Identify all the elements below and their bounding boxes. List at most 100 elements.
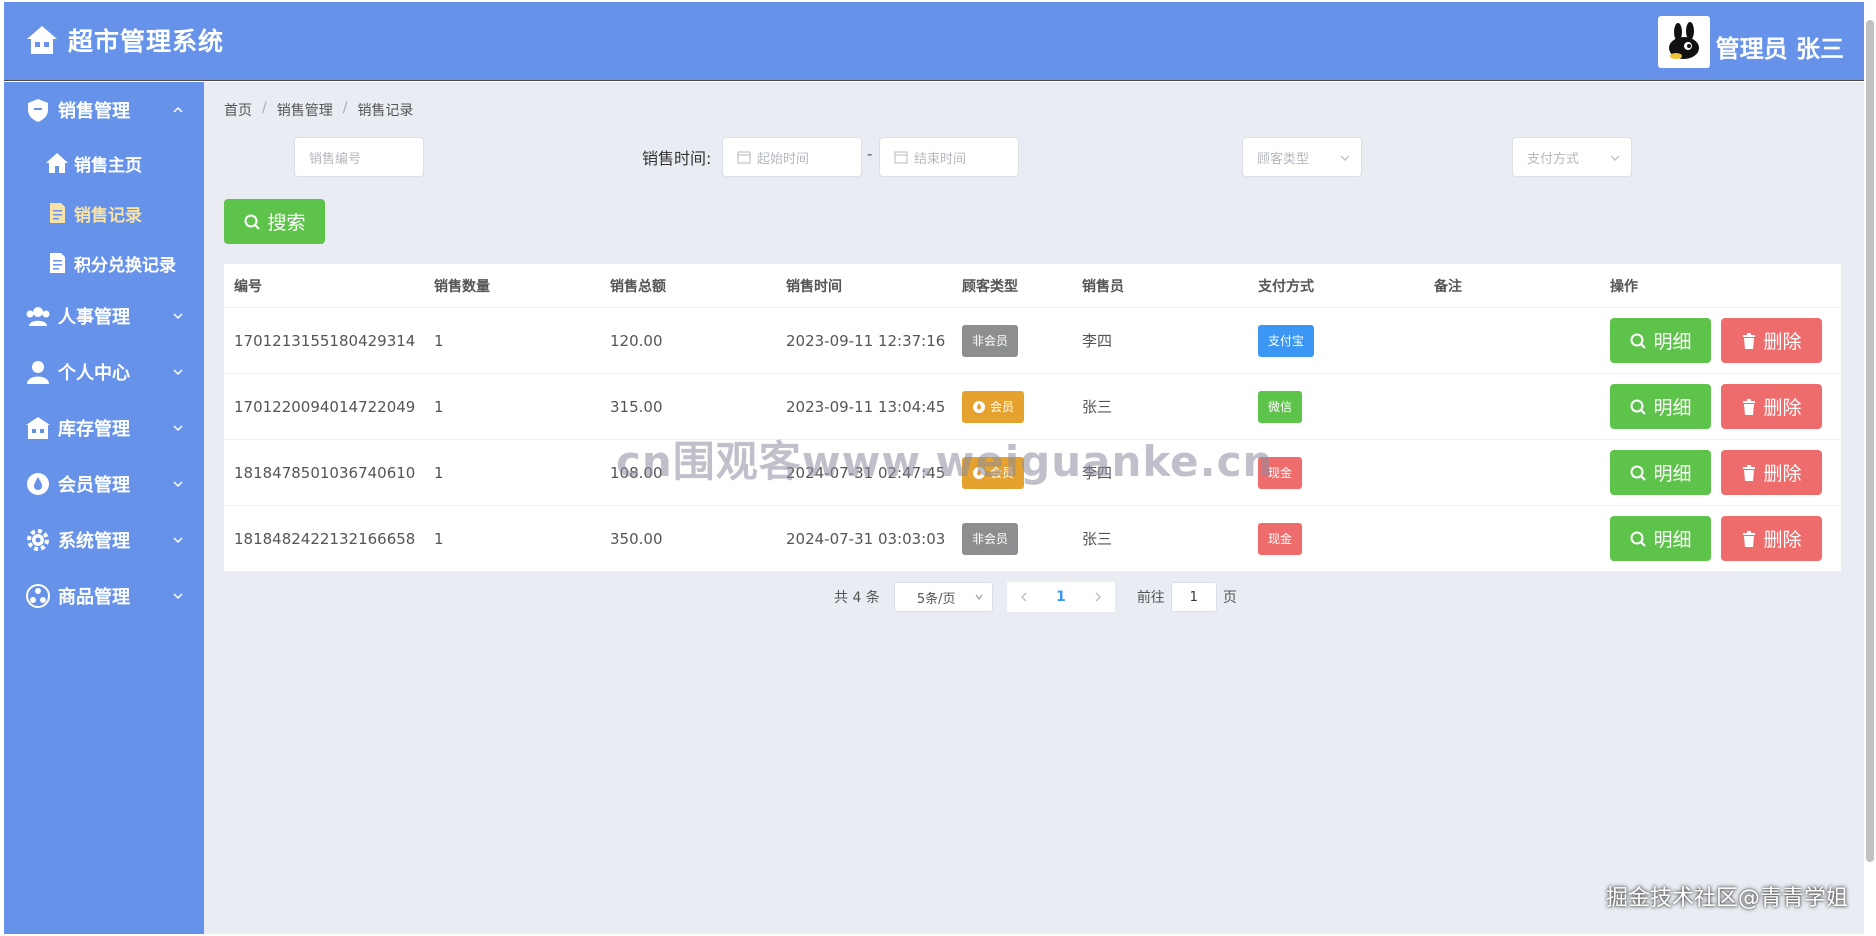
sale-time-label: 销售时间: — [642, 149, 712, 168]
customer-type-badge: 非会员 — [962, 522, 1019, 555]
column-header: 顾客类型 — [962, 278, 1018, 295]
page-goto: 前往 1 页 — [1137, 582, 1237, 612]
delete-button[interactable]: 删除 — [1721, 318, 1822, 363]
breadcrumb-sales[interactable]: 销售管理 — [277, 100, 333, 120]
column-header: 编号 — [234, 278, 262, 295]
detail-button[interactable]: 明细 — [1610, 384, 1711, 429]
pagination: 共 4 条 5条/页 1 前往 1 页 — [834, 582, 1237, 612]
cell-qty: 1 — [434, 331, 444, 350]
goto-page-input[interactable]: 1 — [1170, 582, 1217, 612]
user-name: 管理员 张三 — [1715, 35, 1844, 63]
sidebar-group-goods[interactable]: 商品管理 — [4, 568, 204, 624]
sidebar: 销售管理 销售主页 销售记录 积分兑换记录 人事管理 个人中心 库存管理 会员管… — [4, 82, 204, 934]
current-page[interactable]: 1 — [1056, 589, 1066, 605]
sidebar-group-inventory[interactable]: 库存管理 — [4, 400, 204, 456]
pay-method-badge: 支付宝 — [1258, 324, 1315, 357]
avatar[interactable] — [1657, 16, 1710, 68]
sidebar-group-label: 个人中心 — [58, 363, 130, 384]
pay-method-badge: 现金 — [1258, 522, 1303, 555]
chevron-right-icon[interactable] — [1093, 592, 1103, 602]
cell-total: 120.00 — [610, 331, 663, 350]
customer-type-select[interactable]: 顾客类型 — [1242, 137, 1362, 177]
delete-button-label: 删除 — [1763, 397, 1802, 419]
cell-seller: 李四 — [1082, 332, 1113, 350]
delete-button-label: 删除 — [1763, 529, 1802, 551]
range-separator: - — [867, 145, 873, 163]
delete-button-label: 删除 — [1763, 463, 1802, 485]
trash-icon — [1743, 398, 1756, 415]
breadcrumb: 首页 / 销售管理 / 销售记录 — [224, 100, 413, 120]
column-header: 销售数量 — [434, 278, 490, 295]
sidebar-item-sales-home[interactable]: 销售主页 — [4, 138, 204, 188]
coin-icon — [973, 400, 985, 413]
sale-no-placeholder: 销售编号 — [309, 151, 362, 167]
chevron-down-icon — [173, 593, 183, 600]
sidebar-item-points-exchange[interactable]: 积分兑换记录 — [4, 238, 204, 288]
sale-no-input[interactable]: 销售编号 — [294, 137, 424, 177]
start-time-placeholder: 起始时间 — [757, 151, 810, 167]
sidebar-item-label: 积分兑换记录 — [74, 255, 176, 276]
delete-button-label: 删除 — [1763, 331, 1802, 353]
end-time-input[interactable]: 结束时间 — [879, 137, 1019, 177]
calendar-icon — [737, 151, 751, 164]
detail-button[interactable]: 明细 — [1610, 516, 1711, 561]
sidebar-group-hr[interactable]: 人事管理 — [4, 288, 204, 344]
table-row: 1818482422132166658 1 350.00 2024-07-31 … — [224, 506, 1841, 572]
user-menu[interactable]: 管理员 张三 — [1657, 16, 1844, 68]
trash-icon — [1743, 530, 1756, 547]
detail-button-label: 明细 — [1653, 463, 1692, 485]
end-time-placeholder: 结束时间 — [914, 151, 967, 167]
chevron-down-icon — [975, 594, 983, 600]
cell-time: 2023-09-11 12:37:16 — [786, 331, 946, 350]
sidebar-group-system[interactable]: 系统管理 — [4, 512, 204, 568]
chevron-down-icon — [173, 313, 183, 320]
detail-button-label: 明细 — [1653, 397, 1692, 419]
customer-type-badge: 会员 — [962, 390, 1025, 423]
cell-pay: 微信 — [1248, 390, 1424, 423]
user-icon — [27, 361, 49, 384]
chevron-down-icon — [173, 481, 183, 488]
delete-button[interactable]: 删除 — [1721, 516, 1822, 561]
sidebar-group-label: 系统管理 — [58, 531, 130, 552]
table-row: 1701213155180429314 1 120.00 2023-09-11 … — [224, 308, 1841, 374]
breadcrumb-home[interactable]: 首页 — [224, 100, 252, 120]
search-icon — [1630, 399, 1647, 415]
start-time-input[interactable]: 起始时间 — [722, 137, 862, 177]
cell-customer: 非会员 — [952, 324, 1072, 357]
detail-button-label: 明细 — [1653, 529, 1692, 551]
delete-button[interactable]: 删除 — [1721, 450, 1822, 495]
search-icon — [244, 214, 261, 230]
column-header: 操作 — [1610, 278, 1638, 295]
search-icon — [1630, 531, 1647, 547]
sidebar-group-sales[interactable]: 销售管理 — [4, 82, 204, 138]
sidebar-group-members[interactable]: 会员管理 — [4, 456, 204, 512]
sidebar-group-label: 库存管理 — [58, 419, 130, 440]
detail-button[interactable]: 明细 — [1610, 450, 1711, 495]
sidebar-group-label: 商品管理 — [58, 587, 130, 608]
detail-button[interactable]: 明细 — [1610, 318, 1711, 363]
vertical-scrollbar[interactable] — [1866, 20, 1874, 862]
drop-icon — [27, 473, 49, 495]
column-header: 销售员 — [1082, 278, 1124, 295]
sidebar-item-sales-records[interactable]: 销售记录 — [4, 188, 204, 238]
column-header: 销售时间 — [786, 278, 842, 295]
cell-actions: 明细 删除 — [1600, 318, 1841, 363]
cell-pay: 支付宝 — [1248, 324, 1424, 357]
delete-button[interactable]: 删除 — [1721, 384, 1822, 429]
search-button[interactable]: 搜索 — [224, 199, 325, 244]
chevron-left-icon[interactable] — [1019, 592, 1029, 602]
users-icon — [26, 307, 50, 326]
detail-button-label: 明细 — [1653, 331, 1692, 353]
cell-qty: 1 — [434, 397, 444, 416]
page-size-select[interactable]: 5条/页 — [893, 582, 993, 612]
search-icon — [1630, 465, 1647, 481]
pay-method-select[interactable]: 支付方式 — [1512, 137, 1632, 177]
sidebar-group-personal[interactable]: 个人中心 — [4, 344, 204, 400]
trash-icon — [1743, 332, 1756, 349]
chevron-down-icon — [1610, 155, 1620, 161]
goto-suffix: 页 — [1222, 590, 1237, 606]
customer-type-label: 会员 — [990, 400, 1015, 414]
cell-time: 2024-07-31 03:03:03 — [786, 529, 946, 548]
pagination-total: 共 4 条 — [834, 590, 880, 606]
breadcrumb-current: 销售记录 — [357, 103, 414, 119]
